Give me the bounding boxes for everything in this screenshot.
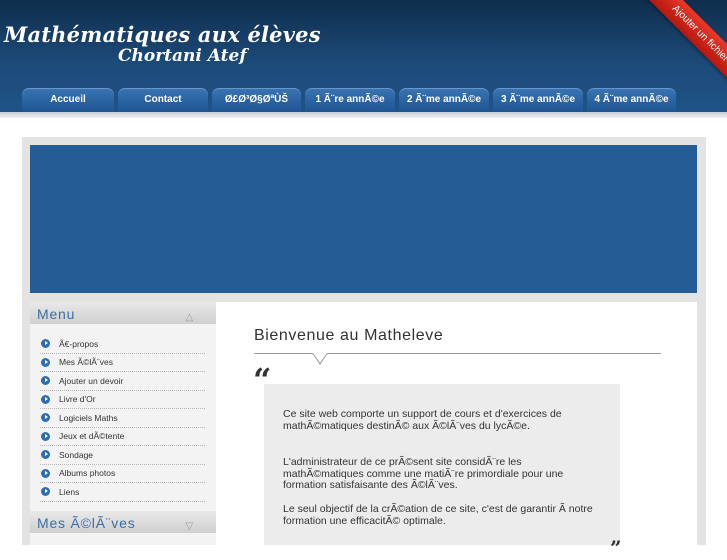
menu-item-albums[interactable]: Albums photos	[40, 465, 205, 483]
sidebar: Menu △ Ã€-propos Mes Ã©lÃ¨ves Ajouter un…	[30, 302, 216, 545]
menu-item-livre-or[interactable]: Livre d'Or	[40, 391, 205, 409]
menu-item-logiciels[interactable]: Logiciels Maths	[40, 409, 205, 428]
triangle-up-icon[interactable]: △	[186, 307, 195, 329]
close-quote-icon: ”	[610, 536, 622, 560]
menu-item-a-propos[interactable]: Ã€-propos	[40, 335, 205, 354]
play-circle-icon	[41, 376, 50, 386]
welcome-paragraph-1: Ce site web comporte un support de cours…	[283, 408, 562, 432]
tab-accueil[interactable]: Accueil	[22, 88, 114, 112]
mes-eleves-title: Mes Ã©lÃ¨ves	[37, 515, 136, 531]
tab-contact[interactable]: Contact	[118, 88, 208, 112]
play-circle-icon	[41, 394, 50, 404]
site-author: Chortani Atef	[118, 46, 247, 66]
page-title: Bienvenue au Matheleve	[254, 327, 444, 344]
menu-list: Ã€-propos Mes Ã©lÃ¨ves Ajouter un devoir…	[40, 335, 205, 502]
welcome-paragraph-2: L'administrateur de ce prÃ©sent site con…	[283, 456, 564, 491]
menu-item-label: Logiciels Maths	[59, 412, 118, 423]
menu-item-mes-eleves[interactable]: Mes Ã©lÃ¨ves	[40, 354, 205, 372]
menu-header[interactable]: Menu △	[30, 302, 216, 324]
play-circle-icon	[41, 450, 50, 460]
play-circle-icon	[41, 487, 50, 497]
play-circle-icon	[41, 468, 50, 478]
divider-notch-inner	[313, 353, 327, 363]
add-file-ribbon[interactable]: Ajouter un fichier	[638, 0, 727, 96]
mes-eleves-header[interactable]: Mes Ã©lÃ¨ves ▽	[30, 511, 216, 533]
main-content: Bienvenue au Matheleve “ Ce site web com…	[216, 302, 697, 558]
menu-item-label: Jeux et dÃ©tente	[59, 431, 125, 442]
site-title: Mathématiques aux élèves	[4, 22, 321, 47]
site-header: Mathématiques aux élèves Chortani Atef A…	[0, 0, 727, 112]
welcome-quote: Ce site web comporte un support de cours…	[264, 384, 620, 545]
play-circle-icon	[41, 357, 50, 367]
menu-item-label: Mes Ã©lÃ¨ves	[59, 357, 113, 368]
banner	[30, 145, 697, 293]
menu-item-label: Ã€-propos	[59, 338, 99, 349]
tab-year-1[interactable]: 1 Ã¨re annÃ©e	[305, 88, 395, 112]
menu-item-liens[interactable]: Liens	[40, 483, 205, 502]
welcome-paragraph-3: Le seul objectif de la crÃ©ation de ce s…	[283, 503, 593, 527]
menu-item-label: Livre d'Or	[59, 394, 96, 405]
tab-year-3[interactable]: 3 Ã¨me annÃ©e	[493, 88, 583, 112]
menu-item-label: Liens	[59, 486, 80, 497]
play-circle-icon	[41, 413, 50, 423]
menu-item-label: Albums photos	[59, 468, 116, 479]
tab-year-4[interactable]: 4 Ã¨me annÃ©e	[587, 88, 676, 112]
triangle-down-icon[interactable]: ▽	[186, 516, 195, 538]
tab-year-2[interactable]: 2 Ã¨me annÃ©e	[399, 88, 489, 112]
play-circle-icon	[41, 431, 50, 441]
menu-item-ajouter-devoir[interactable]: Ajouter un devoir	[40, 372, 205, 391]
play-circle-icon	[41, 339, 50, 349]
tab-teachers[interactable]: Ø£Ø³Ø§ØªÙŠ	[212, 88, 301, 112]
menu-item-label: Ajouter un devoir	[59, 375, 124, 386]
main-nav: Accueil Contact Ø£Ø³Ø§ØªÙŠ 1 Ã¨re annÃ©e…	[22, 88, 676, 112]
menu-title: Menu	[37, 306, 76, 322]
menu-item-label: Sondage	[59, 449, 94, 460]
menu-item-jeux[interactable]: Jeux et dÃ©tente	[40, 428, 205, 446]
menu-item-sondage[interactable]: Sondage	[40, 446, 205, 465]
header-divider	[0, 112, 727, 118]
